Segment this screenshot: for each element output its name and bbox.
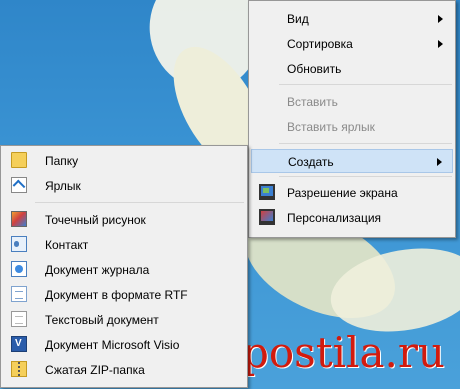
submenu-item-visio[interactable]: Документ Microsoft Visio [3,333,245,357]
submenu-item-label: Сжатая ZIP-папка [45,363,145,377]
menu-item-sort[interactable]: Сортировка [251,32,453,56]
menu-item-refresh[interactable]: Обновить [251,57,453,81]
submenu-item-label: Документ Microsoft Visio [45,338,180,352]
submenu-item-label: Документ в формате RTF [45,288,188,302]
menu-item-create[interactable]: Создать [251,149,453,173]
menu-item-label: Персонализация [287,211,382,225]
submenu-arrow-icon [438,40,443,48]
menu-item-screen-resolution[interactable]: Разрешение экрана [251,181,453,205]
contact-icon [11,236,27,252]
menu-separator [279,176,452,177]
submenu-arrow-icon [438,15,443,23]
create-submenu: Папку Ярлык Точечный рисунок Контакт Док… [0,145,248,388]
submenu-item-shortcut[interactable]: Ярлык [3,174,245,198]
monitor-icon [259,184,275,200]
submenu-arrow-icon [437,158,442,166]
folder-icon [11,152,27,168]
submenu-item-label: Контакт [45,238,89,252]
submenu-item-zip-folder[interactable]: Сжатая ZIP-папка [3,358,245,382]
submenu-item-label: Папку [45,154,79,168]
menu-item-paste: Вставить [251,90,453,114]
submenu-item-folder[interactable]: Папку [3,149,245,173]
personalization-icon [259,209,275,225]
submenu-item-contact[interactable]: Контакт [3,233,245,257]
menu-separator [279,143,452,144]
bitmap-icon [11,211,27,227]
desktop-context-menu: Вид Сортировка Обновить Вставить Вставит… [248,0,456,238]
submenu-item-label: Точечный рисунок [45,213,146,227]
menu-item-label: Вид [287,12,309,26]
journal-icon [11,261,27,277]
text-document-icon [11,311,27,327]
submenu-item-bitmap[interactable]: Точечный рисунок [3,208,245,232]
menu-item-view[interactable]: Вид [251,7,453,31]
menu-separator [279,84,452,85]
submenu-item-text-document[interactable]: Текстовый документ [3,308,245,332]
submenu-item-label: Документ журнала [45,263,150,277]
menu-item-paste-shortcut: Вставить ярлык [251,115,453,139]
menu-item-personalization[interactable]: Персонализация [251,206,453,230]
menu-item-label: Создать [288,155,334,169]
visio-icon [11,336,27,352]
submenu-item-label: Текстовый документ [45,313,159,327]
rtf-document-icon [11,286,27,302]
submenu-item-rtf[interactable]: Документ в формате RTF [3,283,245,307]
watermark-text: postila.ru [242,328,445,377]
shortcut-icon [11,177,27,193]
menu-item-label: Обновить [287,62,342,76]
menu-item-label: Сортировка [287,37,353,51]
menu-item-label: Вставить [287,95,338,109]
zip-folder-icon [11,361,27,377]
submenu-item-label: Ярлык [45,179,81,193]
menu-item-label: Разрешение экрана [287,186,398,200]
menu-separator [35,202,244,203]
menu-item-label: Вставить ярлык [287,120,375,134]
submenu-item-journal[interactable]: Документ журнала [3,258,245,282]
